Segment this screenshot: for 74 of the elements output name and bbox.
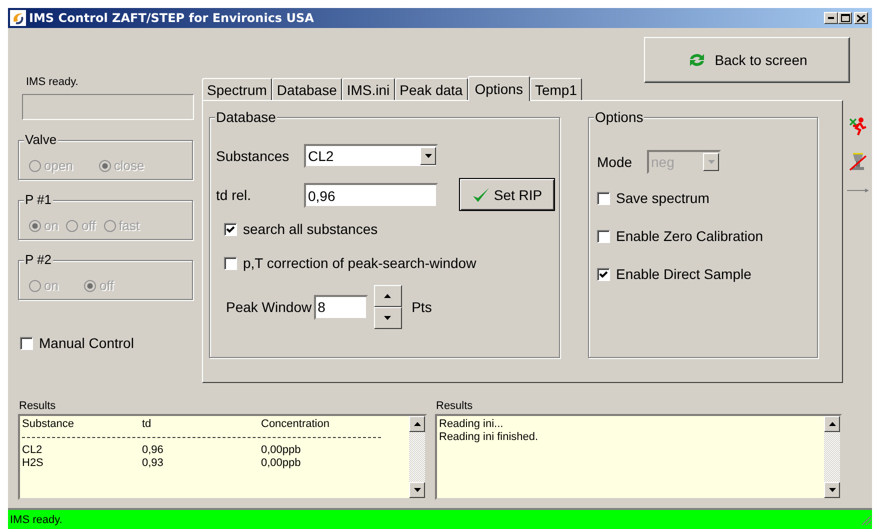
set-rip-button[interactable]: Set RIP	[459, 178, 555, 211]
up-arrow-icon	[384, 294, 392, 298]
group-legend: Database	[215, 109, 277, 125]
table-cell-text: 0,00ppb	[261, 444, 302, 457]
table-cell-text: 0,93	[142, 457, 164, 470]
close-button[interactable]	[854, 12, 868, 24]
down-arrow-icon	[384, 316, 392, 320]
group-legend: P #1	[24, 192, 53, 207]
minimize-button[interactable]	[824, 12, 838, 24]
app-icon	[10, 10, 26, 26]
column-header: Substance	[22, 418, 75, 431]
tab[interactable]: Spectrum	[202, 78, 272, 100]
unit-label: Pts	[412, 299, 432, 315]
log-line: Reading ini finished.	[439, 431, 540, 444]
table-cell-text: CL2	[22, 444, 44, 457]
checkbox[interactable]	[597, 268, 610, 280]
log-line: Reading ini...	[439, 418, 504, 431]
scroll-up-icon	[414, 422, 420, 426]
tab[interactable]: Peak data	[394, 78, 468, 100]
field-label: td rel.	[216, 186, 252, 202]
close-icon	[857, 14, 865, 22]
scrollbar[interactable]	[409, 416, 425, 498]
back-button[interactable]: Back to screen	[644, 37, 850, 83]
dropdown-arrow-icon	[424, 154, 432, 158]
checkbox-label: p,T correction of peak-search-window	[243, 255, 476, 271]
spin-down-button[interactable]	[374, 307, 402, 329]
checkbox-label: Enable Direct Sample	[616, 266, 752, 282]
checkbox-label: Save spectrum	[616, 190, 710, 206]
checkbox[interactable]	[597, 192, 610, 204]
group-legend: Options	[594, 109, 644, 125]
tab[interactable]: IMS.ini	[342, 78, 395, 100]
arrow-icon	[847, 188, 869, 193]
scroll-up-icon	[828, 422, 836, 426]
checkbox-label: search all substances	[243, 221, 378, 237]
check-icon	[226, 224, 235, 234]
maximize-button[interactable]	[838, 12, 852, 24]
status-text: IMS ready.	[9, 514, 64, 526]
table-cell-text: H2S	[22, 457, 44, 470]
status-label: IMS ready.	[26, 76, 80, 88]
table-cell-text: 0,96	[142, 444, 164, 457]
minimize-icon	[828, 17, 834, 19]
scroll-down-icon	[828, 488, 836, 492]
group-legend: P #2	[24, 252, 53, 267]
dropdown-arrow-icon	[708, 160, 714, 164]
column-header: Concentration	[261, 418, 330, 431]
tab[interactable]: Temp1	[530, 78, 582, 100]
field-label: Substances	[216, 148, 290, 164]
checkbox[interactable]	[224, 256, 237, 270]
peak-window-field[interactable]: 8	[314, 294, 368, 320]
results-label: Results	[19, 400, 57, 412]
field-label: Peak Window	[226, 299, 312, 315]
td-rel-field[interactable]: 0,96	[304, 183, 438, 208]
results-label: Results	[436, 400, 474, 412]
group-legend: Valve	[24, 132, 58, 147]
substances-dropdown[interactable]: CL2	[304, 144, 438, 168]
checkbox[interactable]	[224, 222, 237, 236]
funnel-crossed-icon	[848, 152, 868, 172]
checkbox-label: Manual Control	[39, 335, 134, 351]
check-icon	[599, 270, 608, 278]
checkbox-label: Enable Zero Calibration	[616, 228, 764, 244]
spin-up-button[interactable]	[374, 285, 402, 307]
running-figure-icon	[848, 116, 868, 136]
tab[interactable]: Options	[468, 76, 530, 101]
field-label: Mode	[597, 154, 634, 170]
maximize-icon	[840, 14, 850, 22]
scroll-down-icon	[414, 488, 420, 492]
table-cell-text: 0,00ppb	[261, 457, 302, 470]
scrollbar[interactable]	[824, 416, 840, 498]
checkmark-icon	[472, 186, 490, 202]
checkbox[interactable]	[597, 230, 610, 242]
column-header: td	[142, 418, 152, 431]
checkbox[interactable]	[20, 336, 33, 350]
tab[interactable]: Database	[272, 78, 342, 100]
window-title: IMS Control ZAFT/STEP for Environics USA	[29, 11, 315, 25]
